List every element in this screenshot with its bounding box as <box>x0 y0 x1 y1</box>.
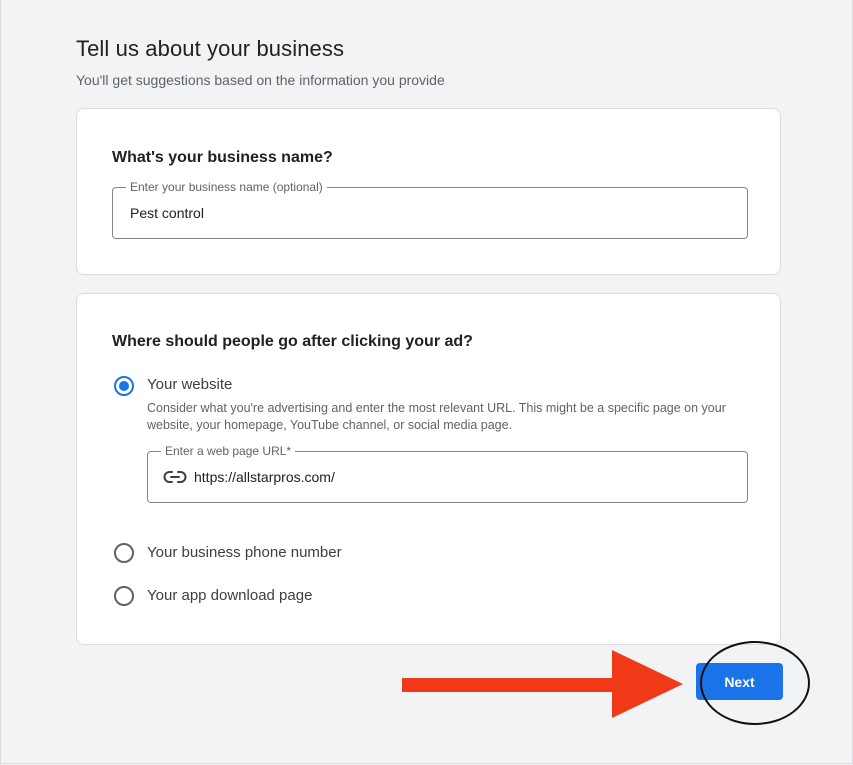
link-icon <box>163 471 187 483</box>
page-subtitle: You'll get suggestions based on the info… <box>76 72 445 88</box>
destination-card: Where should people go after clicking yo… <box>76 293 781 645</box>
radio-business-phone[interactable] <box>114 543 134 563</box>
radio-label-app-download[interactable]: Your app download page <box>147 587 312 604</box>
business-name-input[interactable]: Pest control <box>130 205 204 221</box>
radio-your-website[interactable] <box>114 376 134 396</box>
business-name-field-label: Enter your business name (optional) <box>126 179 327 195</box>
business-name-field[interactable]: Enter your business name (optional) Pest… <box>112 179 748 239</box>
next-button[interactable]: Next <box>696 663 783 700</box>
website-description: Consider what you're advertising and ent… <box>147 401 726 432</box>
page-title: Tell us about your business <box>76 36 345 61</box>
radio-label-your-website[interactable]: Your website <box>147 376 232 393</box>
business-name-card: What's your business name? Enter your bu… <box>76 108 781 275</box>
url-field-label: Enter a web page URL* <box>161 443 296 459</box>
url-input[interactable]: https://allstarpros.com/ <box>194 469 335 485</box>
radio-label-business-phone[interactable]: Your business phone number <box>147 544 342 561</box>
business-name-heading: What's your business name? <box>112 149 333 166</box>
destination-heading: Where should people go after clicking yo… <box>112 333 473 350</box>
url-field[interactable]: Enter a web page URL* https://allstarpro… <box>147 443 748 503</box>
radio-app-download[interactable] <box>114 586 134 606</box>
